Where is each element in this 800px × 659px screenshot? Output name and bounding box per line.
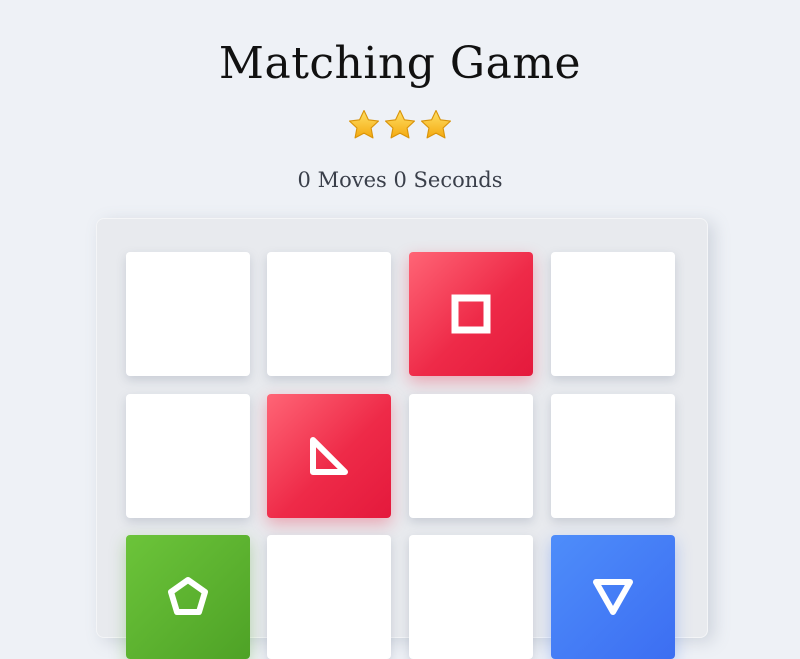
card-face-down[interactable] xyxy=(267,535,391,659)
card-face-down[interactable] xyxy=(126,394,250,518)
card-face-down[interactable] xyxy=(126,252,250,376)
moves-counter: 0 Moves xyxy=(297,168,387,192)
card-face-down[interactable] xyxy=(551,252,675,376)
seconds-timer: 0 Seconds xyxy=(393,168,503,192)
card-face-up[interactable] xyxy=(126,535,250,659)
star-icon xyxy=(348,109,380,139)
game-stats: 0 Moves 0 Seconds xyxy=(0,168,800,192)
card-face-down[interactable] xyxy=(409,394,533,518)
card-face-up[interactable] xyxy=(551,535,675,659)
card-face-down[interactable] xyxy=(267,252,391,376)
card-face-down[interactable] xyxy=(551,394,675,518)
star-icon xyxy=(384,109,416,139)
game-board xyxy=(96,218,708,659)
pentagon-icon xyxy=(168,577,208,615)
card-face-up[interactable] xyxy=(409,252,533,376)
triangle-icon xyxy=(310,437,348,475)
star-icon xyxy=(420,109,452,139)
card-face-down[interactable] xyxy=(409,535,533,659)
down-triangle-icon xyxy=(593,579,633,615)
page-title: Matching Game xyxy=(218,38,582,89)
card-face-up[interactable] xyxy=(267,394,391,518)
star-rating xyxy=(0,108,800,142)
square-icon xyxy=(451,294,491,334)
